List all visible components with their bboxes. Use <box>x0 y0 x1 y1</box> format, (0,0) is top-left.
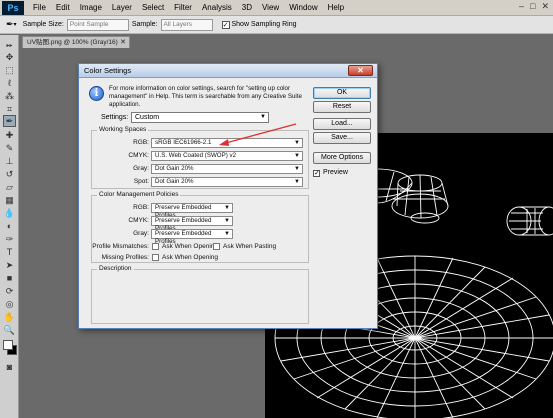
quick-select-tool-icon[interactable]: ⁂ <box>3 90 16 102</box>
window-controls: – □ ✕ <box>519 1 549 12</box>
marquee-tool-icon[interactable]: ⬚ <box>3 64 16 76</box>
clone-stamp-tool-icon[interactable]: ⊥ <box>3 155 16 167</box>
3d-orbit-tool-icon[interactable]: ◎ <box>3 298 16 310</box>
show-sampling-ring-label: Show Sampling Ring <box>231 21 297 28</box>
gradient-tool-icon[interactable]: ▦ <box>3 194 16 206</box>
move-tool-icon[interactable]: ✥ <box>3 51 16 63</box>
menu-analysis[interactable]: Analysis <box>197 0 237 16</box>
annotation-arrow <box>219 123 297 146</box>
menu-window[interactable]: Window <box>284 0 322 16</box>
menu-edit[interactable]: Edit <box>51 0 75 16</box>
foreground-color-swatch[interactable] <box>3 340 13 350</box>
menu-filter[interactable]: Filter <box>169 0 197 16</box>
eyedropper-tool-icon[interactable]: ✒ <box>3 115 16 127</box>
lasso-tool-icon[interactable]: ℓ <box>3 77 16 89</box>
menu-help[interactable]: Help <box>323 0 349 16</box>
cone-wireframe <box>391 174 449 224</box>
eraser-tool-icon[interactable]: ▱ <box>3 181 16 193</box>
options-bar: ✒ ▾ Sample Size: Point Sample Sample: Al… <box>0 16 553 34</box>
shape-tool-icon[interactable]: ■ <box>3 272 16 284</box>
sample-label: Sample: <box>131 21 158 28</box>
color-settings-dialog: Color Settings ✕ i For more information … <box>78 63 378 329</box>
photoshop-logo: Ps <box>2 0 24 15</box>
document-tab[interactable]: UV贴图.png @ 100% (Gray/16) ✕ <box>22 36 130 48</box>
eyedropper-preset-icon[interactable]: ✒ <box>6 19 14 30</box>
menu-view[interactable]: View <box>257 0 284 16</box>
pen-tool-icon[interactable]: ✑ <box>3 233 16 245</box>
tools-panel: ▸▸ ✥ ⬚ ℓ ⁂ ⌗ ✒ ✚ ✎ ⊥ ↺ ▱ ▦ 💧 ◐ ✑ T ➤ ■ ⟳… <box>0 35 19 418</box>
close-document-icon[interactable]: ✕ <box>120 37 126 48</box>
zoom-tool-icon[interactable]: 🔍 <box>3 324 16 336</box>
menu-layer[interactable]: Layer <box>107 0 137 16</box>
dodge-tool-icon[interactable]: ◐ <box>3 220 16 232</box>
crop-tool-icon[interactable]: ⌗ <box>3 103 16 115</box>
show-sampling-ring-checkbox[interactable]: ✓ <box>221 20 230 29</box>
menu-bar: Ps File Edit Image Layer Select Filter A… <box>0 0 553 16</box>
history-brush-tool-icon[interactable]: ↺ <box>3 168 16 180</box>
brush-tool-icon[interactable]: ✎ <box>3 142 16 154</box>
sample-size-select[interactable]: Point Sample <box>66 18 129 31</box>
close-window-icon[interactable]: ✕ <box>541 1 549 12</box>
healing-brush-tool-icon[interactable]: ✚ <box>3 129 16 141</box>
path-selection-tool-icon[interactable]: ➤ <box>3 259 16 271</box>
3d-rotate-tool-icon[interactable]: ⟳ <box>3 285 16 297</box>
cylinder-wireframe <box>506 206 553 236</box>
quick-mask-icon[interactable]: ◙ <box>3 361 16 373</box>
sample-select[interactable]: All Layers <box>160 18 213 31</box>
menu-3d[interactable]: 3D <box>237 0 257 16</box>
hand-tool-icon[interactable]: ✋ <box>3 311 16 323</box>
menu-file[interactable]: File <box>28 0 51 16</box>
preset-dropdown-icon[interactable]: ▾ <box>14 21 17 28</box>
panel-grip-icon[interactable]: ▸▸ <box>3 39 16 51</box>
photoshop-window: Ps File Edit Image Layer Select Filter A… <box>0 0 553 418</box>
menu-select[interactable]: Select <box>137 0 169 16</box>
document-title: UV贴图.png @ 100% (Gray/16) <box>27 39 118 46</box>
type-tool-icon[interactable]: T <box>3 246 16 258</box>
maximize-icon[interactable]: □ <box>530 1 535 12</box>
blur-tool-icon[interactable]: 💧 <box>3 207 16 219</box>
sample-size-label: Sample Size: <box>22 21 64 28</box>
menu-image[interactable]: Image <box>75 0 107 16</box>
minimize-icon[interactable]: – <box>519 1 524 12</box>
